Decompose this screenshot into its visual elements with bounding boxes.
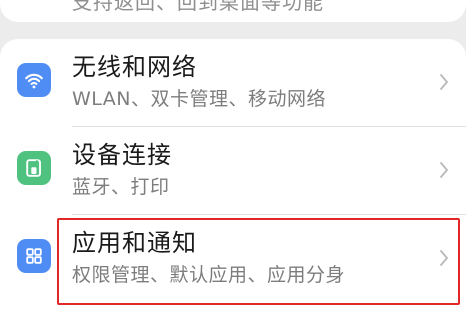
wifi-icon bbox=[17, 63, 51, 97]
chevron-right-icon bbox=[436, 156, 452, 184]
previous-settings-item[interactable]: 支持返回、回到桌面等功能 bbox=[0, 0, 466, 22]
settings-item-subtitle: 蓝牙、打印 bbox=[72, 176, 170, 198]
settings-item-title: 设备连接 bbox=[72, 141, 172, 169]
previous-item-subtitle: 支持返回、回到桌面等功能 bbox=[72, 0, 324, 14]
settings-item-apps-notifications[interactable]: 应用和通知 权限管理、默认应用、应用分身 bbox=[0, 215, 466, 303]
settings-item-device-connection[interactable]: 设备连接 蓝牙、打印 bbox=[0, 127, 466, 215]
settings-item-title: 无线和网络 bbox=[72, 53, 197, 81]
settings-list: 无线和网络 WLAN、双卡管理、移动网络 设备连接 蓝牙、打印 应用和通知 权限… bbox=[0, 39, 466, 321]
settings-item-subtitle: WLAN、双卡管理、移动网络 bbox=[72, 88, 327, 110]
chevron-right-icon bbox=[436, 244, 452, 272]
chevron-right-icon bbox=[436, 68, 452, 96]
settings-item-title: 应用和通知 bbox=[72, 229, 197, 257]
settings-item-subtitle: 权限管理、默认应用、应用分身 bbox=[72, 264, 346, 286]
settings-item-wireless-network[interactable]: 无线和网络 WLAN、双卡管理、移动网络 bbox=[0, 39, 466, 127]
device-connection-icon bbox=[17, 151, 51, 185]
apps-grid-icon bbox=[17, 239, 51, 273]
